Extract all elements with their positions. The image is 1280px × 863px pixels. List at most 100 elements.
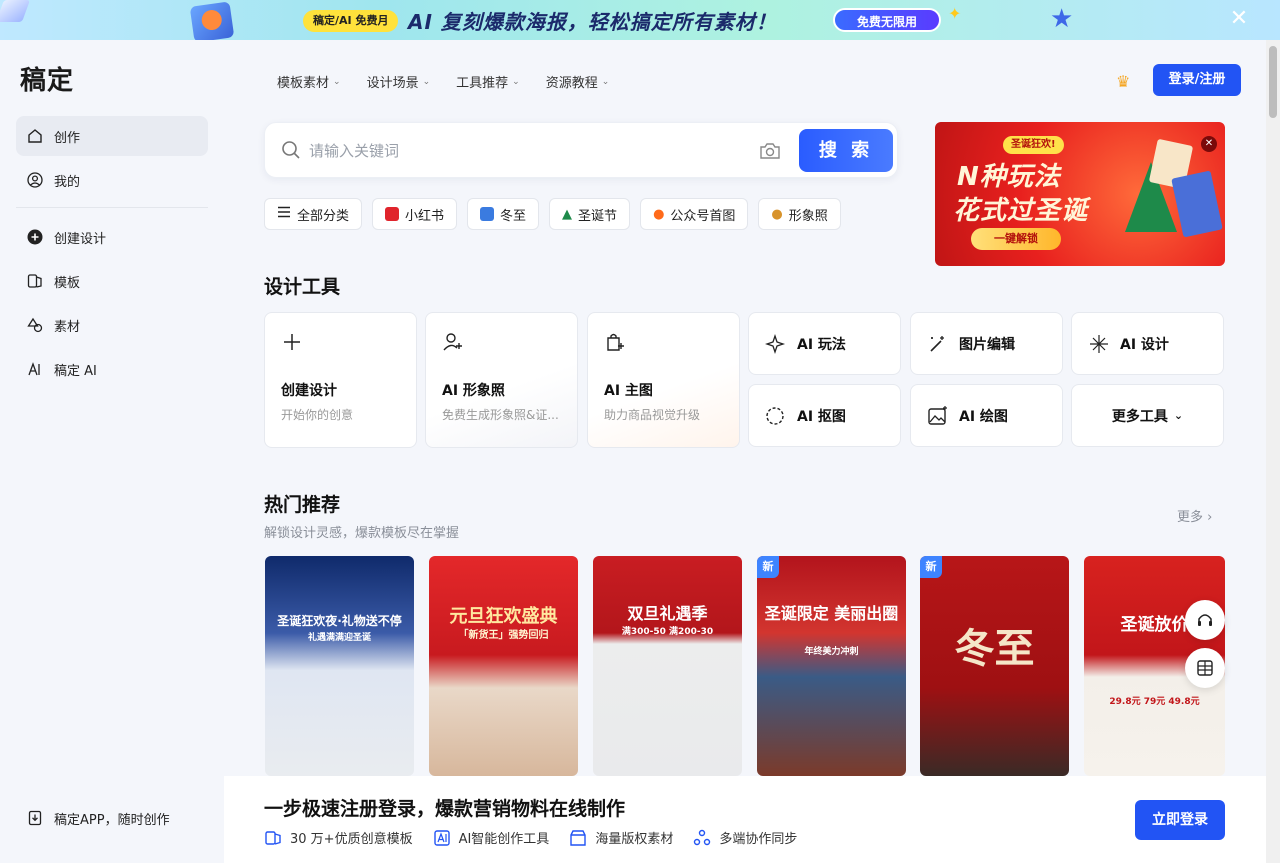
christmas-promo-card[interactable]: 圣诞狂欢! N种玩法 花式过圣诞 一键解锁 ✕ xyxy=(935,122,1225,266)
tool-ai-portrait[interactable]: AI 形象照 免费生成形象照&证... xyxy=(425,312,578,448)
tool-label: AI 抠图 xyxy=(797,408,846,425)
login-register-button[interactable]: 登录/注册 xyxy=(1153,64,1241,96)
portrait-icon: ● xyxy=(771,206,783,222)
feature-item: 多端协作同步 xyxy=(693,828,797,847)
chip-winter-solstice[interactable]: 冬至 xyxy=(467,198,540,230)
chevron-down-icon: ⌄ xyxy=(1173,409,1184,422)
tool-ai-draw[interactable]: AI 绘图 xyxy=(910,384,1063,447)
template-subline: 满300-50 满200-30 xyxy=(621,627,714,637)
download-icon xyxy=(26,809,44,827)
chip-label: 圣诞节 xyxy=(578,208,618,224)
template-card[interactable]: 新 圣诞限定 美丽出圈 年终美力冲刺 xyxy=(757,556,906,776)
flower-illustration xyxy=(189,1,235,40)
ai-icon xyxy=(26,360,44,378)
crown-icon[interactable]: ♛ xyxy=(1116,72,1130,91)
promo-unlock-button[interactable]: 一键解锁 xyxy=(971,228,1061,250)
sidebar-item-mine[interactable]: 我的 xyxy=(16,160,208,200)
guide-button[interactable] xyxy=(1185,648,1225,688)
book-open-icon xyxy=(1197,660,1213,676)
search-button[interactable]: 搜 索 xyxy=(799,129,893,172)
sidebar-item-label: 我的 xyxy=(54,174,81,190)
new-badge: 新 xyxy=(920,556,942,578)
template-card[interactable]: 圣诞狂欢夜·礼物送不停 礼遇满满迎圣诞 xyxy=(265,556,414,776)
logo[interactable]: 稿定 xyxy=(20,60,74,97)
sidebar-item-label: 稿定 AI xyxy=(54,363,97,379)
template-card[interactable]: 新 冬至 xyxy=(920,556,1069,776)
more-link[interactable]: 更多 › xyxy=(1177,506,1212,525)
menu-icon xyxy=(277,206,291,222)
login-now-button[interactable]: 立即登录 xyxy=(1135,800,1225,840)
tool-subtitle: 免费生成形象照&证... xyxy=(442,408,559,422)
image-sparkle-icon xyxy=(928,405,947,425)
scrollbar[interactable] xyxy=(1266,40,1280,863)
tool-more-tools[interactable]: 更多工具 ⌄ xyxy=(1071,384,1224,447)
template-headline: 元旦狂欢盛典 xyxy=(449,606,558,627)
chip-christmas[interactable]: ▲ 圣诞节 xyxy=(549,198,631,230)
sidebar-item-create-design[interactable]: 创建设计 xyxy=(16,217,208,257)
chip-xiaohongshu[interactable]: 小红书 xyxy=(372,198,458,230)
template-subline: 29.8元 79元 49.8元 xyxy=(1109,697,1200,707)
divider xyxy=(16,207,208,208)
template-card[interactable]: 元旦狂欢盛典 「新货王」强势回归 xyxy=(429,556,578,776)
calendar-icon xyxy=(480,207,495,221)
ai-icon xyxy=(433,829,450,846)
close-icon[interactable]: ✕ xyxy=(1226,6,1252,32)
banner-decoration xyxy=(0,0,31,22)
star-icon: ★ xyxy=(1050,4,1074,34)
topnav-resources[interactable]: 资源教程 ⌄ xyxy=(546,72,610,91)
chip-label: 形象照 xyxy=(788,208,828,224)
more-label: 更多 xyxy=(1177,510,1204,525)
sidebar-item-templates[interactable]: 模板 xyxy=(16,261,208,301)
tool-ai-design[interactable]: AI 设计 xyxy=(1071,312,1224,375)
tool-ai-cutout[interactable]: AI 抠图 xyxy=(748,384,901,447)
search-input[interactable] xyxy=(309,137,739,165)
chip-label: 公众号首图 xyxy=(670,208,736,224)
store-icon xyxy=(570,829,587,846)
download-app-link[interactable]: 稿定APP，随时创作 xyxy=(16,798,208,838)
scrollbar-thumb[interactable] xyxy=(1269,46,1277,118)
search-box: 搜 索 xyxy=(264,122,898,178)
sidebar-item-create[interactable]: 创作 xyxy=(16,116,208,156)
close-icon[interactable]: ✕ xyxy=(1201,136,1217,152)
template-subline: 「新货王」强势回归 xyxy=(458,630,549,641)
feature-label: 多端协作同步 xyxy=(719,832,798,847)
new-badge: 新 xyxy=(757,556,779,578)
promo-tag: 圣诞狂欢! xyxy=(1003,136,1064,154)
template-headline: 冬至 xyxy=(954,626,1035,672)
template-icon xyxy=(265,830,281,845)
chip-label: 冬至 xyxy=(500,208,527,224)
topnav-tools[interactable]: 工具推荐 ⌄ xyxy=(456,72,520,91)
sidebar-item-materials[interactable]: 素材 xyxy=(16,305,208,345)
sidebar-item-gaoding-ai[interactable]: 稿定 AI xyxy=(16,349,208,389)
top-promo-banner[interactable]: 稿定/AI 免费月 AI 复刻爆款海报，轻松搞定所有素材！ 免费无限用 ✦ ★ … xyxy=(0,0,1280,40)
template-card[interactable]: 双旦礼遇季 满300-50 满200-30 xyxy=(593,556,742,776)
feature-list: 30 万+优质创意模板 AI智能创作工具 海量版权素材 多端协作同步 xyxy=(264,828,797,847)
sidebar-item-label: 创建设计 xyxy=(54,231,107,247)
chip-wechat-cover[interactable]: ● 公众号首图 xyxy=(640,198,749,230)
banner-cta-button[interactable]: 免费无限用 xyxy=(833,8,941,32)
app-link-label: 稿定APP，随时创作 xyxy=(54,812,170,828)
tool-ai-play[interactable]: AI 玩法 xyxy=(748,312,901,375)
template-headline: 圣诞限定 美丽出圈 xyxy=(764,604,899,623)
user-icon xyxy=(26,171,44,189)
template-subline: 礼遇满满迎圣诞 xyxy=(307,633,371,643)
tool-image-edit[interactable]: 图片编辑 xyxy=(910,312,1063,375)
promo-title: N种玩法 xyxy=(957,162,1061,192)
tool-subtitle: 助力商品视觉升级 xyxy=(604,408,701,422)
plus-icon xyxy=(284,334,300,350)
topnav-scenes[interactable]: 设计场景 ⌄ xyxy=(367,72,431,91)
feature-item: 海量版权素材 xyxy=(569,828,673,847)
chip-portrait[interactable]: ● 形象照 xyxy=(758,198,841,230)
top-nav: 模板素材 ⌄ 设计场景 ⌄ 工具推荐 ⌄ 资源教程 ⌄ xyxy=(277,72,609,91)
chip-all-categories[interactable]: 全部分类 xyxy=(264,198,363,230)
topnav-label: 设计场景 xyxy=(366,76,419,91)
tool-ai-main-image[interactable]: AI 主图 助力商品视觉升级 xyxy=(587,312,740,448)
photo-card-illustration xyxy=(1171,170,1223,238)
sparkle-star-icon xyxy=(765,333,786,354)
topnav-templates[interactable]: 模板素材 ⌄ xyxy=(277,72,341,91)
customer-service-button[interactable] xyxy=(1185,600,1225,640)
tool-create-design[interactable]: 创建设计 开始你的创意 xyxy=(264,312,417,448)
camera-icon[interactable] xyxy=(759,141,781,161)
category-chips: 全部分类 小红书 冬至 ▲ 圣诞节 ● 公众号首图 ● 形象照 xyxy=(264,198,841,230)
tool-label: AI 设计 xyxy=(1120,336,1169,353)
